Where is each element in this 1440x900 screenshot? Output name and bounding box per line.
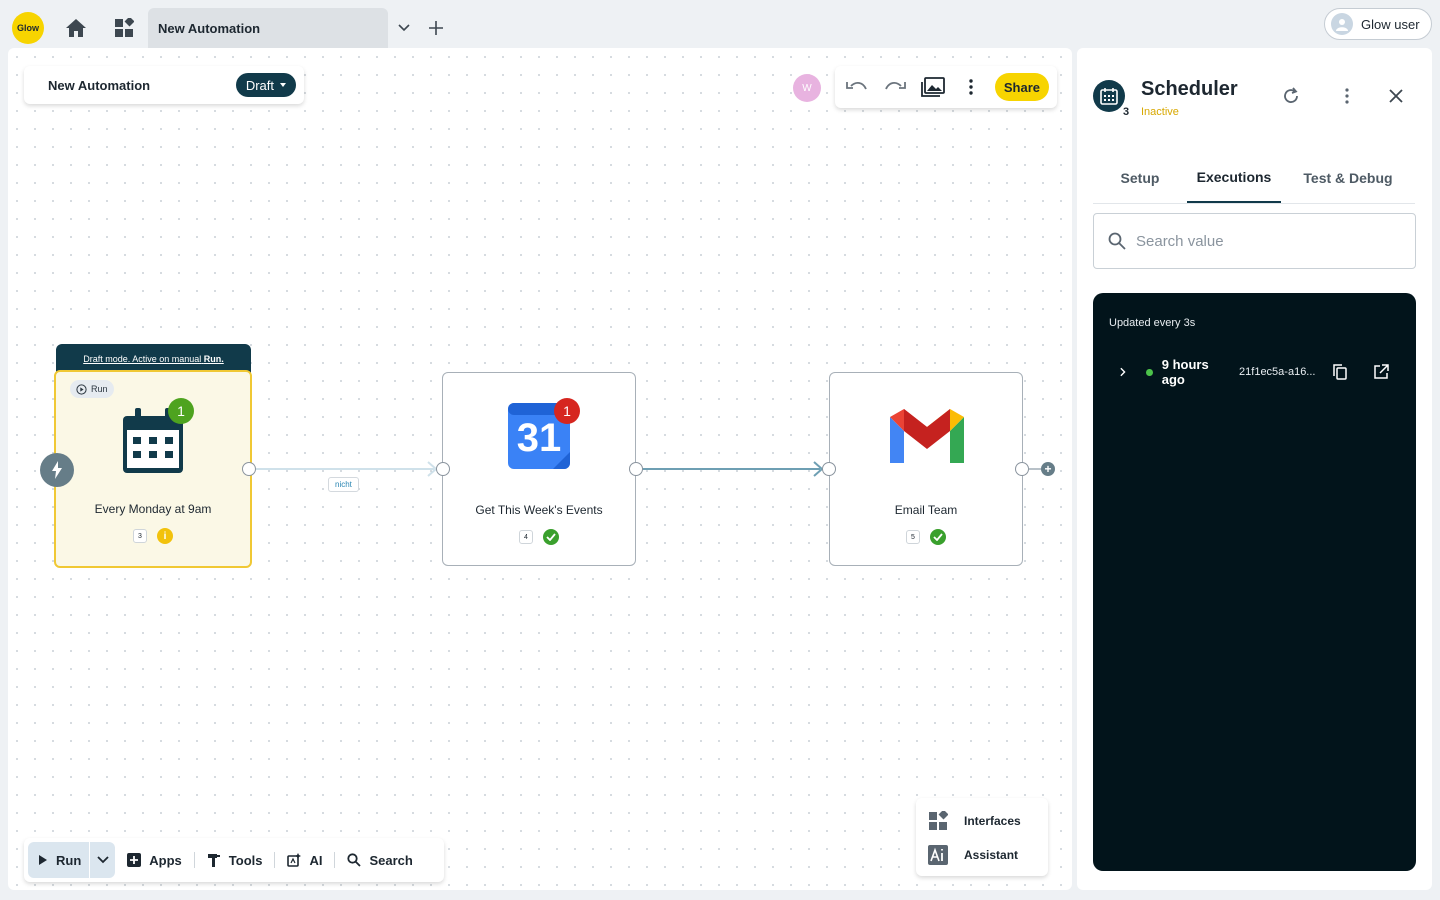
- success-check-icon[interactable]: [930, 529, 946, 545]
- search-label: Search: [369, 852, 413, 868]
- home-icon[interactable]: [64, 16, 88, 40]
- draft-banner-text: Draft mode. Active on manual: [83, 354, 202, 364]
- input-port[interactable]: [822, 462, 836, 476]
- step-number: 5: [906, 530, 920, 544]
- refresh-icon[interactable]: [1279, 84, 1303, 108]
- execution-row[interactable]: 9 hours ago 21f1ec5a-a16...: [1119, 357, 1389, 387]
- hammer-icon: [207, 854, 220, 867]
- assistant-label: Assistant: [964, 848, 1019, 862]
- draft-banner-run-link[interactable]: Run.: [204, 354, 224, 364]
- scheduler-calendar-icon: [1093, 80, 1125, 112]
- user-avatar-icon: [1331, 13, 1353, 35]
- interfaces-button[interactable]: Interfaces: [928, 804, 1036, 838]
- trigger-node-scheduler[interactable]: Run 1 Every Monday at 9am 3 i: [54, 370, 252, 568]
- apps-label: Apps: [149, 852, 182, 868]
- node-label: Get This Week's Events: [475, 503, 603, 517]
- updated-text: Updated every 3s: [1109, 317, 1196, 329]
- output-port[interactable]: [629, 462, 643, 476]
- add-box-icon: [127, 853, 142, 867]
- input-port[interactable]: [436, 462, 450, 476]
- panel-tabs: Setup Executions Test & Debug: [1093, 152, 1415, 204]
- executions-list: Updated every 3s 9 hours ago 21f1ec5a-a1…: [1093, 293, 1416, 871]
- open-external-icon[interactable]: [1373, 364, 1389, 380]
- execution-time: 9 hours ago: [1161, 357, 1209, 387]
- edge-label[interactable]: nicht: [328, 477, 359, 492]
- info-status-icon[interactable]: i: [157, 528, 173, 544]
- tab-executions[interactable]: Executions: [1187, 152, 1281, 203]
- ai-button[interactable]: AI: [275, 842, 334, 878]
- tab-setup[interactable]: Setup: [1093, 152, 1187, 203]
- more-vertical-icon[interactable]: [1335, 84, 1359, 108]
- step-number: 3: [1123, 106, 1130, 118]
- run-options-chevron-icon[interactable]: [89, 842, 115, 878]
- interfaces-icon: [929, 811, 948, 830]
- interfaces-label: Interfaces: [964, 814, 1021, 828]
- bottom-toolbar: Run Apps Tools AI Search: [24, 838, 444, 882]
- add-step-icon[interactable]: +: [1041, 462, 1055, 476]
- node-google-calendar[interactable]: 31 1 Get This Week's Events 4: [442, 372, 636, 566]
- close-icon[interactable]: [1384, 84, 1408, 108]
- search-button[interactable]: Search: [335, 842, 424, 878]
- apps-grid-icon[interactable]: [112, 16, 136, 40]
- node-badge-count: 1: [168, 398, 194, 424]
- automation-canvas[interactable]: New Automation Draft W Share Draft mode.…: [8, 48, 1072, 890]
- tools-button[interactable]: Tools: [195, 842, 275, 878]
- node-footer: 4: [443, 529, 635, 545]
- tab-new-automation[interactable]: New Automation: [148, 8, 388, 48]
- play-icon: [39, 855, 47, 865]
- node-label: Email Team: [894, 503, 958, 517]
- add-tab-icon[interactable]: [424, 16, 448, 40]
- node-badge-count: 1: [554, 398, 580, 424]
- trigger-bolt-icon[interactable]: [40, 453, 74, 487]
- search-field[interactable]: [1093, 213, 1416, 269]
- glow-logo[interactable]: Glow: [12, 12, 44, 44]
- user-name: Glow user: [1361, 16, 1420, 32]
- top-bar: Glow New Automation Glow user: [0, 0, 1440, 48]
- node-footer: 3 i: [56, 528, 250, 544]
- run-label: Run: [56, 852, 82, 868]
- step-details-panel: 3 Scheduler Inactive Setup Executions Te…: [1077, 48, 1432, 890]
- ai-label: AI: [309, 852, 323, 868]
- step-number: 4: [519, 530, 533, 544]
- step-number: 3: [133, 529, 147, 543]
- tab-title: New Automation: [158, 20, 261, 36]
- tools-label: Tools: [228, 852, 263, 868]
- search-input[interactable]: [1136, 232, 1386, 250]
- copy-icon[interactable]: [1332, 364, 1348, 380]
- chevron-down-icon[interactable]: [392, 16, 416, 40]
- execution-status-dot: [1146, 368, 1153, 376]
- execution-id: 21f1ec5a-a16...: [1239, 366, 1315, 378]
- success-check-icon[interactable]: [543, 529, 559, 545]
- ai-sparkle-icon: [287, 853, 302, 867]
- search-icon: [1108, 232, 1126, 250]
- assistant-button[interactable]: Assistant: [928, 838, 1036, 872]
- output-port[interactable]: [242, 462, 256, 476]
- panel-header: 3 Scheduler Inactive: [1093, 78, 1416, 128]
- run-button[interactable]: Run: [28, 842, 89, 878]
- panel-title: Scheduler: [1141, 78, 1238, 100]
- gmail-icon: [888, 407, 966, 472]
- assistant-ai-icon: [928, 845, 948, 865]
- tab-test-debug[interactable]: Test & Debug: [1281, 152, 1415, 203]
- apps-button[interactable]: Apps: [115, 842, 194, 878]
- side-tools-panel: Interfaces Assistant: [916, 798, 1048, 876]
- node-label: Every Monday at 9am: [94, 502, 212, 516]
- status-text: Inactive: [1141, 106, 1179, 118]
- node-gmail[interactable]: Email Team 5: [829, 372, 1023, 566]
- run-button-group: Run: [28, 842, 116, 878]
- output-port[interactable]: [1015, 462, 1029, 476]
- user-menu-button[interactable]: Glow user: [1324, 8, 1432, 40]
- chevron-right-icon: [1120, 367, 1126, 377]
- run-chip[interactable]: Run: [70, 380, 114, 398]
- search-icon: [347, 853, 362, 867]
- node-footer: 5: [830, 529, 1022, 545]
- run-chip-label: Run: [91, 384, 108, 394]
